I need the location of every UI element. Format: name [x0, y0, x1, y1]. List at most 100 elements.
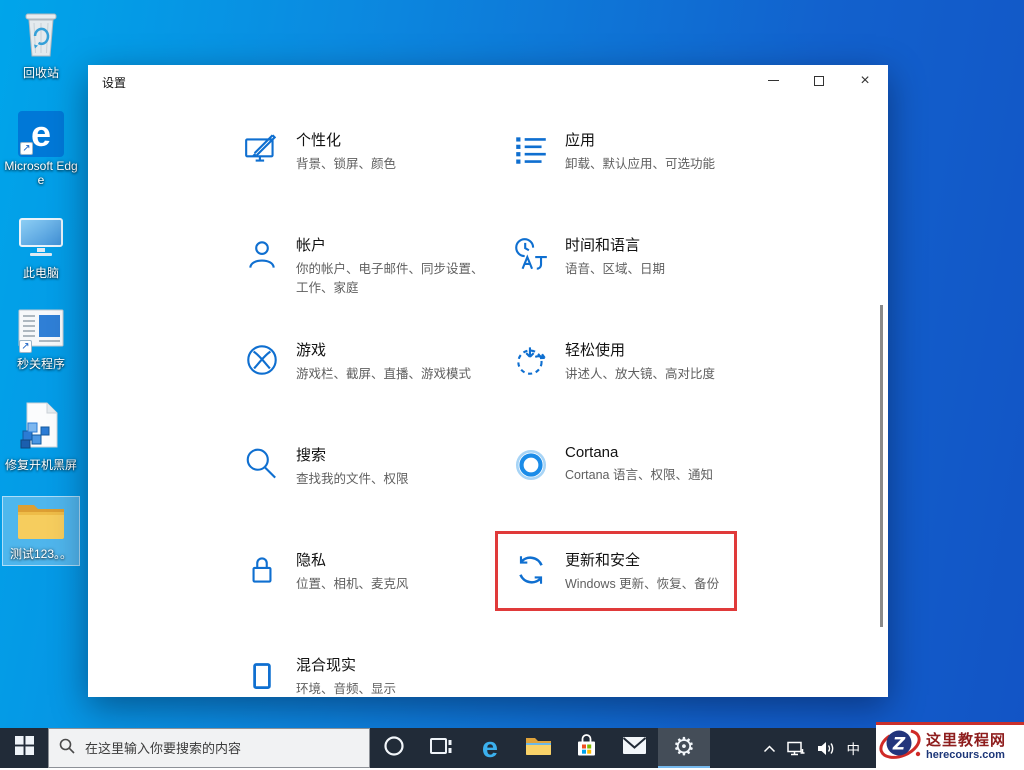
xbox-icon	[243, 341, 281, 379]
settings-item-subtitle: 环境、音频、显示	[296, 682, 397, 696]
desktop-icon-label: 测试123。。	[9, 547, 73, 561]
accounts-icon	[243, 236, 281, 274]
desktop-icon-label: 修复开机黑屏	[4, 458, 77, 472]
app-window-icon: ↗	[17, 308, 65, 355]
settings-item-mixed-reality[interactable]: 混合现实 环境、音频、显示	[243, 654, 503, 697]
personalization-icon	[243, 131, 281, 169]
settings-item-title: 个性化	[296, 132, 342, 149]
desktop-icon-recycle-bin[interactable]: 回收站	[2, 6, 80, 84]
settings-item-title: 帐户	[296, 237, 327, 254]
search-icon	[59, 738, 75, 759]
settings-item-subtitle: 游戏栏、截屏、直播、游戏模式	[296, 367, 472, 381]
taskbar-search-input[interactable]	[85, 740, 345, 756]
desktop-icon-registry-fix[interactable]: 修复开机黑屏	[2, 398, 80, 476]
settings-item-cortana[interactable]: Cortana Cortana 语言、权限、通知	[512, 444, 772, 544]
system-tray: 中	[763, 728, 861, 768]
settings-item-title: 游戏	[296, 342, 327, 359]
settings-item-title: 隐私	[296, 552, 327, 569]
maximize-icon	[814, 75, 824, 86]
ease-of-access-icon	[512, 341, 550, 379]
desktop-icon-app-shortcut[interactable]: ↗ 秒关程序	[2, 305, 80, 375]
start-button[interactable]	[0, 728, 48, 768]
site-watermark: Z 这里教程网 herecours.com	[876, 722, 1024, 768]
tray-chevron-up-icon[interactable]	[763, 744, 776, 753]
desktop-icon-edge[interactable]: e ↗ Microsoft Edge	[2, 108, 80, 191]
settings-item-title: 混合现实	[296, 657, 357, 674]
close-icon: ×	[860, 71, 870, 89]
folder-icon	[525, 735, 552, 761]
shortcut-arrow-icon: ↗	[20, 142, 33, 155]
edge-icon: e	[481, 731, 499, 764]
desktop-icon-this-pc[interactable]: 此电脑	[2, 212, 80, 284]
desktop-icon-label: 回收站	[22, 66, 59, 80]
cortana-taskbar-button[interactable]	[370, 728, 418, 768]
apps-icon	[512, 131, 550, 169]
cortana-icon	[512, 446, 550, 484]
settings-item-subtitle: 查找我的文件、权限	[296, 472, 409, 486]
highlight-box	[495, 531, 737, 611]
mail-button[interactable]	[610, 728, 658, 768]
tray-network-icon[interactable]	[786, 741, 806, 756]
folder-icon	[16, 500, 66, 545]
settings-item-title: 轻松使用	[565, 342, 626, 359]
settings-item-title: 时间和语言	[565, 237, 641, 254]
tray-volume-icon[interactable]	[817, 741, 836, 756]
settings-item-subtitle: 卸载、默认应用、可选功能	[565, 157, 716, 171]
gear-icon: ⚙	[672, 732, 696, 761]
windows-logo-icon	[14, 736, 34, 760]
desktop-background: 回收站 e ↗ Microsoft Edge 此电脑 ↗ 秒关程序 修复开机黑屏…	[0, 0, 1024, 768]
store-bag-icon	[575, 733, 598, 763]
cortana-ring-icon	[382, 734, 406, 763]
lock-icon	[243, 551, 281, 589]
task-view-icon	[430, 736, 454, 761]
settings-item-ease-of-access[interactable]: 轻松使用 讲述人、放大镜、高对比度	[512, 339, 772, 439]
settings-item-title: 搜索	[296, 447, 327, 464]
window-scrollbar[interactable]	[880, 305, 883, 627]
svg-text:Z: Z	[892, 735, 906, 755]
edge-taskbar-button[interactable]: e	[466, 728, 514, 768]
desktop-icon-label: 秒关程序	[16, 357, 65, 371]
store-button[interactable]	[562, 728, 610, 768]
settings-item-subtitle: 背景、锁屏、颜色	[296, 157, 397, 171]
edge-icon: e ↗	[18, 111, 64, 157]
settings-item-time-language[interactable]: 时间和语言 语音、区域、日期	[512, 234, 772, 334]
desktop-icon-label: 此电脑	[22, 266, 59, 280]
shortcut-arrow-icon: ↗	[19, 340, 32, 353]
minimize-button[interactable]	[750, 65, 796, 96]
settings-item-subtitle: 讲述人、放大镜、高对比度	[565, 367, 716, 381]
recycle-bin-icon	[18, 9, 64, 64]
settings-item-subtitle: Cortana 语言、权限、通知	[565, 468, 713, 482]
watermark-site-name: 这里教程网	[926, 731, 1007, 749]
settings-item-subtitle: 你的帐户、电子邮件、同步设置、工作、家庭	[296, 262, 484, 296]
close-button[interactable]: ×	[842, 65, 888, 96]
settings-item-title: 应用	[565, 132, 596, 149]
task-view-button[interactable]	[418, 728, 466, 768]
search-icon	[243, 446, 281, 484]
taskbar: e	[0, 728, 1024, 768]
mail-envelope-icon	[622, 736, 647, 760]
desktop-icon-test-folder[interactable]: 测试123。。	[2, 496, 80, 566]
settings-item-gaming[interactable]: 游戏 游戏栏、截屏、直播、游戏模式	[243, 339, 503, 439]
watermark-site-url: herecours.com	[926, 748, 1005, 761]
window-titlebar[interactable]: 设置 ×	[88, 65, 888, 99]
settings-item-personalization[interactable]: 个性化 背景、锁屏、颜色	[243, 129, 503, 229]
watermark-logo-icon: Z	[878, 723, 922, 770]
settings-item-accounts[interactable]: 帐户 你的帐户、电子邮件、同步设置、工作、家庭	[243, 234, 503, 334]
settings-window: 设置 × 个性化 背景、锁屏、颜色 应用 卸载、默认应用、可选功能 帐户 你的帐…	[88, 65, 888, 697]
settings-item-apps[interactable]: 应用 卸载、默认应用、可选功能	[512, 129, 772, 229]
file-explorer-button[interactable]	[514, 728, 562, 768]
maximize-button[interactable]	[796, 65, 842, 96]
registry-file-icon	[19, 401, 63, 456]
settings-item-subtitle: 位置、相机、麦克风	[296, 577, 409, 591]
settings-taskbar-button[interactable]: ⚙	[658, 728, 710, 768]
settings-item-subtitle: 语音、区域、日期	[565, 262, 666, 276]
settings-item-title: Cortana	[565, 444, 619, 461]
settings-item-search[interactable]: 搜索 查找我的文件、权限	[243, 444, 503, 544]
settings-item-privacy[interactable]: 隐私 位置、相机、麦克风	[243, 549, 503, 649]
mixed-reality-icon	[243, 656, 281, 694]
this-pc-icon	[16, 215, 66, 264]
taskbar-search-box[interactable]	[48, 728, 370, 768]
tray-ime-indicator[interactable]: 中	[847, 738, 861, 758]
window-title: 设置	[102, 76, 127, 90]
time-language-icon	[512, 236, 550, 274]
